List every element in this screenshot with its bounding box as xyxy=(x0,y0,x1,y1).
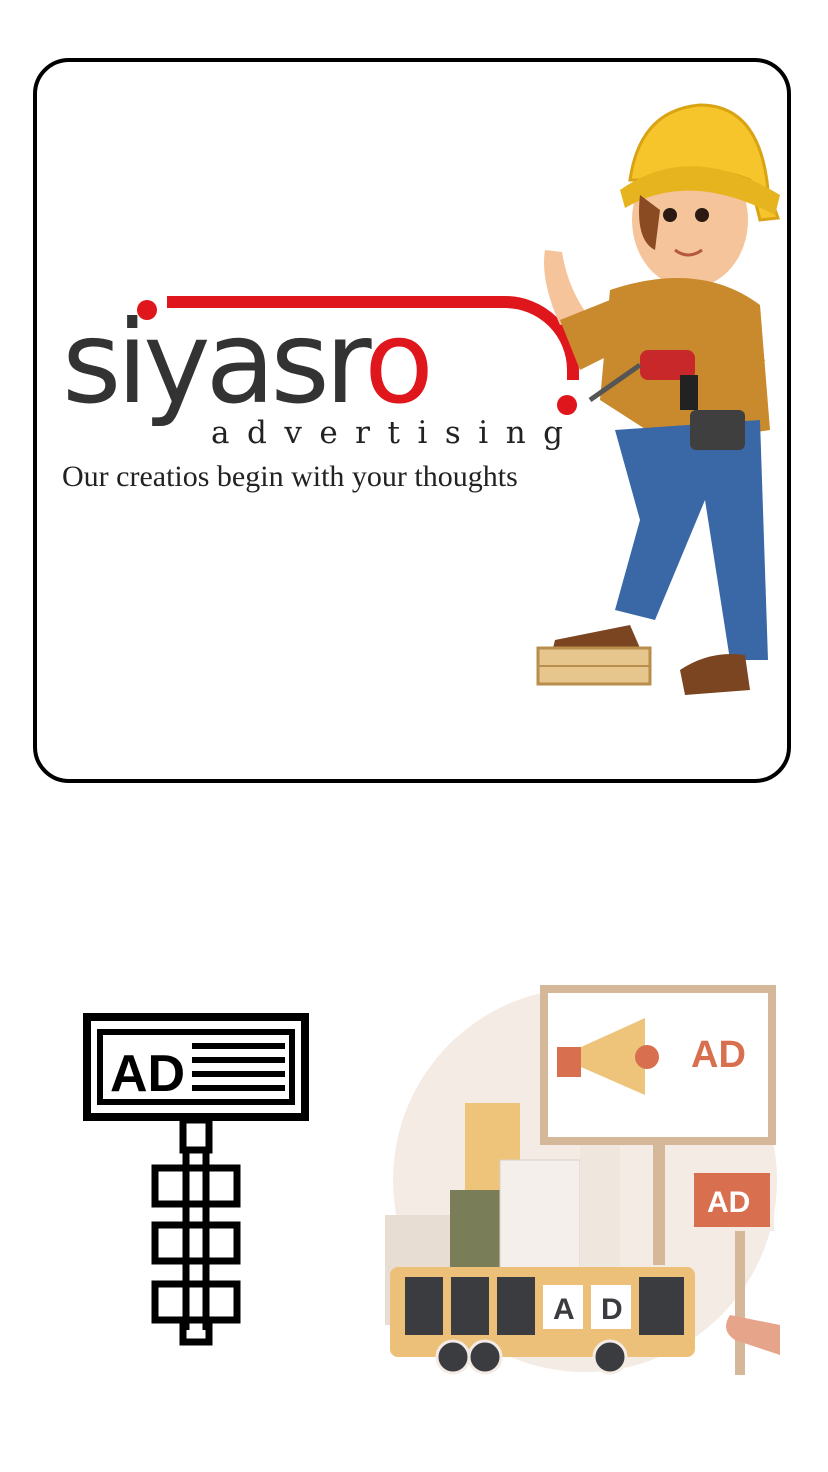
ad-city-illustration: AD AD A D xyxy=(385,985,780,1375)
brand-wordmark: siyasro xyxy=(62,306,434,420)
sign-ad-label: AD xyxy=(110,1045,185,1103)
brand-main: siyasr xyxy=(62,296,369,429)
bus-letter-d: D xyxy=(601,1293,623,1326)
brand-tagline: Our creatios begin with your thoughts xyxy=(62,460,518,493)
brand-last-letter: o xyxy=(364,296,434,429)
bus-letter-a: A xyxy=(553,1293,575,1326)
billboard-ad-label: AD xyxy=(691,1034,746,1076)
hand-sign-ad-label: AD xyxy=(707,1186,750,1219)
ad-signpost-icon: AD xyxy=(83,1013,309,1346)
construction-worker-icon xyxy=(536,103,780,695)
